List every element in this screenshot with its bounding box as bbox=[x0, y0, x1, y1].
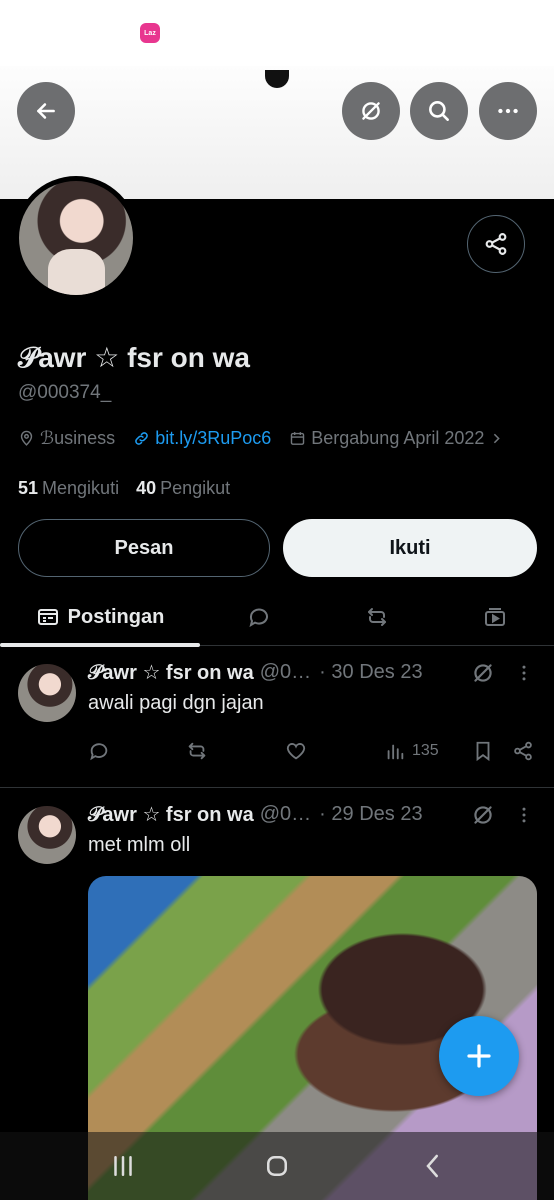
more-icon bbox=[498, 108, 518, 114]
tweet-avatar[interactable] bbox=[18, 664, 76, 722]
views-button[interactable]: 135 bbox=[384, 740, 439, 762]
profile-link-text[interactable]: bit.ly/3RuPoc6 bbox=[155, 428, 271, 449]
active-tab-indicator bbox=[0, 643, 200, 647]
back-button[interactable] bbox=[17, 82, 75, 140]
calendar-icon bbox=[291, 432, 305, 445]
share-icon bbox=[485, 233, 507, 255]
status-bar: Laz bbox=[0, 0, 554, 66]
more-button[interactable] bbox=[479, 82, 537, 140]
tab-media[interactable] bbox=[466, 588, 524, 646]
more-vertical-icon[interactable] bbox=[514, 804, 534, 826]
grok-icon[interactable] bbox=[470, 660, 496, 686]
tweet-author-handle: @0… bbox=[259, 803, 312, 825]
profile-joined[interactable]: Bergabung April 2022 bbox=[289, 428, 505, 449]
following-label: Mengikuti bbox=[42, 478, 120, 498]
share-profile-button[interactable] bbox=[467, 215, 525, 273]
followers-stat[interactable]: 40 Pengikut bbox=[136, 478, 230, 498]
tweet-text: awali pagi dgn jajan bbox=[88, 692, 264, 714]
tab-reposts[interactable] bbox=[348, 588, 406, 646]
views-count: 135 bbox=[412, 742, 439, 759]
repost-button[interactable] bbox=[186, 740, 208, 762]
followers-count: 40 bbox=[136, 478, 157, 498]
link-icon bbox=[135, 432, 149, 445]
media-icon bbox=[485, 608, 505, 626]
location-pin-icon bbox=[20, 430, 33, 446]
followers-label: Pengikut bbox=[160, 478, 231, 498]
follow-stats: 51 Mengikuti 40 Pengikut bbox=[18, 478, 230, 499]
reply-button[interactable] bbox=[88, 740, 110, 762]
home-button[interactable] bbox=[260, 1150, 294, 1182]
profile-handle: @000374_ bbox=[18, 382, 112, 403]
plus-icon bbox=[467, 1044, 491, 1068]
tab-posts-label: Postingan bbox=[67, 605, 165, 628]
repost-icon bbox=[188, 742, 206, 760]
profile-display-name: 𝒫awr ☆ fsr on wa bbox=[18, 342, 251, 373]
back-chevron-icon bbox=[426, 1154, 438, 1178]
profile-avatar[interactable] bbox=[14, 176, 138, 300]
profile-link[interactable]: bit.ly/3RuPoc6 bbox=[133, 428, 271, 449]
grok-icon[interactable] bbox=[470, 802, 496, 828]
tweet-1[interactable]: 𝒫awr ☆ fsr on wa @0… · 30 Des 23 awali p… bbox=[0, 648, 554, 788]
search-button[interactable] bbox=[410, 82, 468, 140]
tweet-date: · 30 Des 23 bbox=[319, 661, 423, 683]
tweet-actions: 135 bbox=[88, 740, 538, 768]
compose-button[interactable] bbox=[439, 1016, 519, 1096]
tweet-date: · 29 Des 23 bbox=[319, 803, 423, 825]
like-button[interactable] bbox=[285, 740, 307, 762]
chevron-right-icon bbox=[494, 433, 501, 444]
reply-icon bbox=[90, 743, 108, 761]
follow-button[interactable]: Ikuti bbox=[283, 519, 537, 577]
tab-posts[interactable]: Postingan bbox=[0, 588, 200, 646]
avatar-photo bbox=[19, 181, 133, 295]
share-icon bbox=[514, 741, 532, 761]
following-stat[interactable]: 51 Mengikuti bbox=[18, 478, 119, 498]
following-count: 51 bbox=[18, 478, 39, 498]
profile-tabs: Postingan bbox=[0, 588, 554, 647]
nav-back-button[interactable] bbox=[416, 1150, 450, 1182]
grok-icon bbox=[362, 102, 380, 120]
back-arrow-icon bbox=[37, 103, 55, 119]
home-icon bbox=[267, 1156, 287, 1176]
tweet-header: 𝒫awr ☆ fsr on wa @0… · 29 Des 23 bbox=[88, 802, 488, 827]
bookmark-icon bbox=[476, 741, 490, 762]
profile-category: ℬusiness bbox=[18, 428, 115, 449]
tweet-avatar[interactable] bbox=[18, 806, 76, 864]
replies-icon bbox=[249, 608, 268, 628]
profile-meta: ℬusiness bit.ly/3RuPoc6 Bergabung April … bbox=[18, 428, 523, 449]
profile-joined-text: Bergabung April 2022 bbox=[311, 428, 485, 448]
system-nav-bar bbox=[0, 1132, 554, 1200]
recent-apps-icon bbox=[114, 1156, 132, 1176]
bookmark-button[interactable] bbox=[472, 740, 494, 762]
profile-category-label: ℬusiness bbox=[40, 428, 116, 448]
heart-icon bbox=[286, 743, 306, 760]
views-icon bbox=[387, 744, 404, 760]
tweet-author-name[interactable]: 𝒫awr ☆ fsr on wa bbox=[88, 802, 254, 827]
tab-replies[interactable] bbox=[230, 588, 288, 646]
share-button[interactable] bbox=[512, 740, 534, 762]
tweet-author-handle: @0… bbox=[259, 661, 312, 683]
message-button[interactable]: Pesan bbox=[18, 519, 270, 577]
search-icon bbox=[429, 101, 449, 121]
posts-icon bbox=[37, 609, 58, 625]
grok-button[interactable] bbox=[342, 82, 400, 140]
lazada-app-icon: Laz bbox=[140, 23, 160, 43]
recent-apps-button[interactable] bbox=[106, 1150, 140, 1182]
tweet-text: met mlm oll bbox=[88, 834, 191, 856]
more-vertical-icon[interactable] bbox=[514, 662, 534, 684]
tweet-header: 𝒫awr ☆ fsr on wa @0… · 30 Des 23 bbox=[88, 660, 488, 685]
tweet-author-name[interactable]: 𝒫awr ☆ fsr on wa bbox=[88, 660, 254, 685]
reposts-icon bbox=[368, 608, 386, 626]
